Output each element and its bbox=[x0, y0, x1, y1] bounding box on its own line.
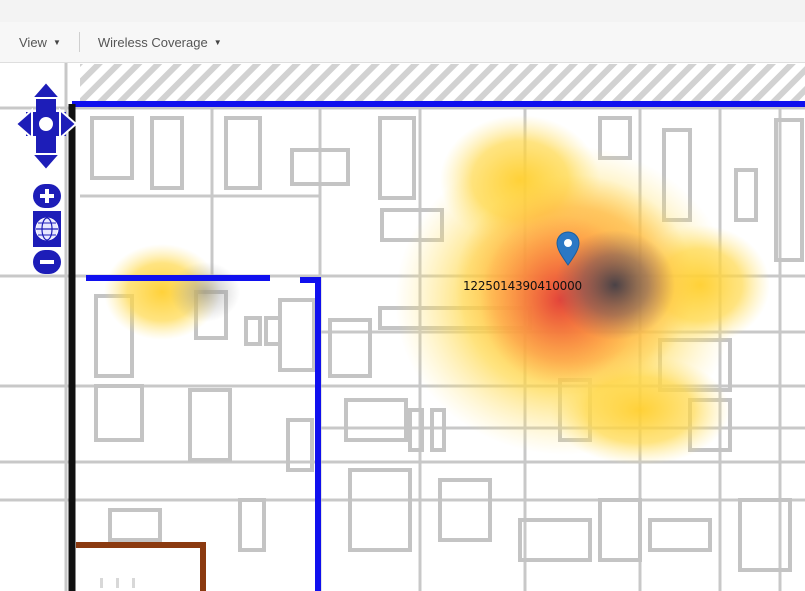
view-menu-label: View bbox=[19, 34, 47, 50]
pan-right-icon[interactable] bbox=[59, 107, 78, 141]
pan-down-icon[interactable] bbox=[29, 153, 63, 172]
view-menu-button[interactable]: View ▼ bbox=[19, 22, 61, 62]
window-top-strip bbox=[0, 0, 805, 23]
wireless-coverage-label: Wireless Coverage bbox=[97, 34, 208, 50]
wireless-coverage-menu-button[interactable]: Wireless Coverage ▼ bbox=[98, 22, 222, 62]
heatmap-region-low bbox=[170, 262, 240, 322]
pan-left-icon[interactable] bbox=[14, 107, 33, 141]
zoom-out-icon[interactable] bbox=[32, 249, 62, 275]
globe-icon[interactable] bbox=[32, 211, 62, 247]
zoom-control bbox=[32, 183, 62, 275]
map-toolbar: View ▼ Wireless Coverage ▼ bbox=[0, 22, 805, 63]
chevron-down-icon: ▼ bbox=[213, 37, 222, 47]
hatched-area bbox=[80, 64, 805, 101]
zoom-in-icon[interactable] bbox=[32, 183, 62, 209]
chevron-down-icon: ▼ bbox=[52, 37, 61, 47]
floor-plan-map[interactable] bbox=[0, 63, 805, 591]
toolbar-divider bbox=[78, 32, 80, 52]
pan-up-icon[interactable] bbox=[29, 80, 63, 99]
pan-arrows-icon[interactable] bbox=[14, 80, 78, 172]
device-id-label: 1225014390410000 bbox=[463, 279, 582, 293]
